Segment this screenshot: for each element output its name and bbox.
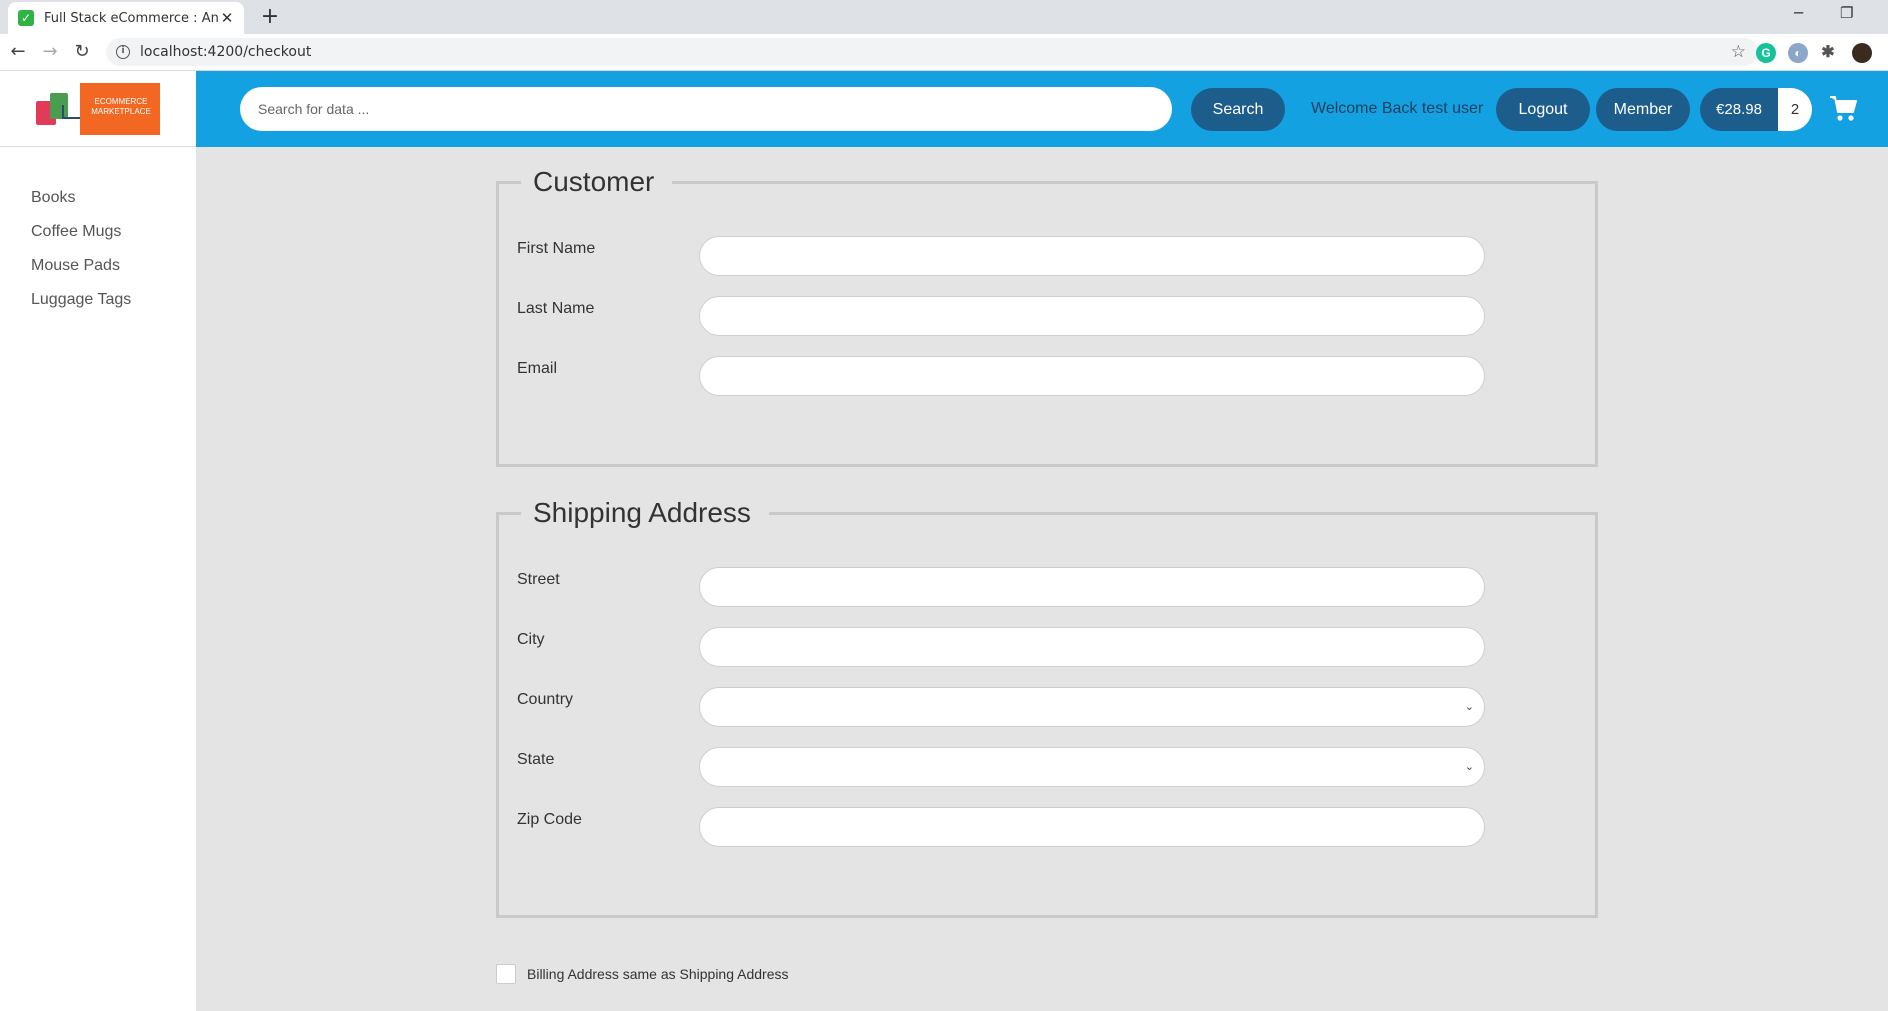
extension-icon[interactable]: ◐	[1788, 43, 1808, 63]
email-label: Email	[517, 360, 558, 377]
shopping-cart-icon[interactable]	[1828, 93, 1858, 123]
new-tab-button[interactable]: +	[256, 5, 284, 29]
logo-area: ECOMMERCE MARKETPLACE	[0, 71, 196, 147]
email-input[interactable]	[699, 356, 1485, 396]
brand-logo[interactable]: ECOMMERCE MARKETPLACE	[36, 83, 160, 135]
city-label: City	[517, 631, 545, 648]
extensions-puzzle-icon[interactable]: ✱	[1818, 43, 1838, 63]
sidebar-item-luggage-tags[interactable]: Luggage Tags	[31, 291, 131, 309]
shipping-address-section: Shipping Address Street City Country ⌄ S…	[496, 497, 1598, 918]
first-name-input[interactable]	[699, 236, 1485, 276]
last-name-label: Last Name	[517, 300, 595, 317]
logo-text: ECOMMERCE MARKETPLACE	[91, 97, 151, 116]
sidebar-item-mouse-pads[interactable]: Mouse Pads	[31, 257, 120, 275]
search-input[interactable]	[240, 87, 1172, 131]
profile-avatar[interactable]	[1852, 43, 1872, 63]
billing-same-checkbox[interactable]	[496, 964, 516, 984]
reload-icon[interactable]: ↻	[70, 40, 94, 64]
bookmark-star-icon[interactable]: ☆	[1731, 42, 1746, 62]
customer-section: Customer First Name Last Name Email	[496, 166, 1598, 467]
cart-quantity[interactable]: 2	[1778, 88, 1812, 131]
billing-same-label[interactable]: Billing Address same as Shipping Address	[527, 966, 788, 982]
billing-same-row: Billing Address same as Shipping Address	[496, 964, 788, 984]
country-label: Country	[517, 691, 574, 708]
cart-total[interactable]: €28.98	[1700, 88, 1778, 131]
zip-code-label: Zip Code	[517, 811, 582, 828]
restore-icon[interactable]: ❐	[1840, 4, 1853, 22]
close-tab-icon[interactable]: ✕	[218, 9, 236, 27]
category-sidebar: Books Coffee Mugs Mouse Pads Luggage Tag…	[0, 147, 196, 1011]
forward-icon[interactable]: →	[38, 40, 62, 64]
zip-code-input[interactable]	[699, 807, 1485, 847]
state-label: State	[517, 751, 555, 768]
state-select[interactable]: ⌄	[699, 747, 1485, 787]
country-select[interactable]: ⌄	[699, 687, 1485, 727]
sidebar-item-books[interactable]: Books	[31, 189, 75, 207]
checkbox-favicon-icon: ✓	[18, 10, 34, 26]
search-button[interactable]: Search	[1191, 88, 1285, 131]
minimize-icon[interactable]: ─	[1794, 4, 1803, 22]
last-name-input[interactable]	[699, 296, 1485, 336]
customer-legend: Customer	[521, 166, 673, 198]
chevron-down-icon: ⌄	[1464, 760, 1474, 773]
app-header: Search Welcome Back test user Logout Mem…	[196, 71, 1888, 147]
tab-title: Full Stack eCommerce : Angular a	[44, 10, 218, 26]
back-icon[interactable]: ←	[6, 40, 30, 64]
street-label: Street	[517, 571, 560, 588]
shipping-legend: Shipping Address	[521, 497, 769, 529]
browser-tab-bar: ✓ Full Stack eCommerce : Angular a ✕ + ─…	[0, 0, 1888, 34]
address-bar[interactable]: i localhost:4200/checkout ☆	[106, 38, 1758, 66]
browser-toolbar: ← → ↻ i localhost:4200/checkout ☆ G ◐ ✱	[0, 34, 1888, 71]
city-input[interactable]	[699, 627, 1485, 667]
street-input[interactable]	[699, 567, 1485, 607]
url-text: localhost:4200/checkout	[140, 44, 312, 60]
browser-tab[interactable]: ✓ Full Stack eCommerce : Angular a ✕	[8, 2, 244, 34]
first-name-label: First Name	[517, 240, 596, 257]
info-icon[interactable]: i	[116, 45, 130, 59]
chevron-down-icon: ⌄	[1464, 700, 1474, 713]
grammarly-extension-icon[interactable]: G	[1756, 43, 1776, 63]
member-button[interactable]: Member	[1596, 88, 1690, 131]
logout-button[interactable]: Logout	[1496, 88, 1590, 131]
welcome-message: Welcome Back test user	[1311, 100, 1484, 117]
sidebar-item-coffee-mugs[interactable]: Coffee Mugs	[31, 223, 121, 241]
